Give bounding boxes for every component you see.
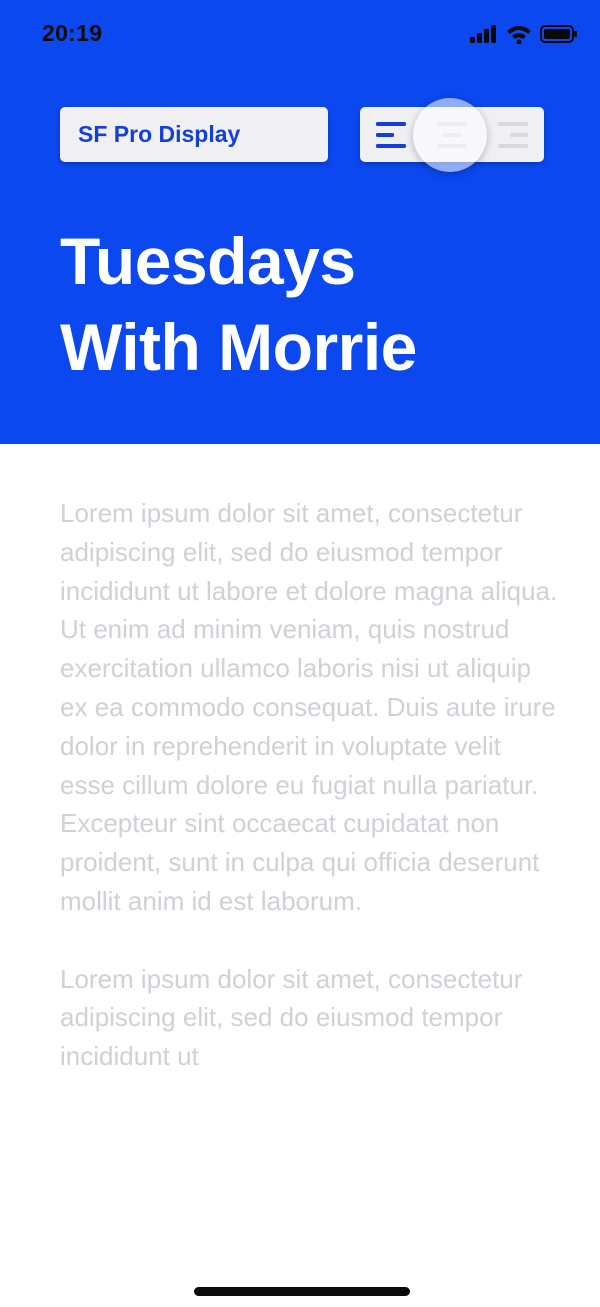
cellular-signal-icon <box>470 25 496 43</box>
font-picker-button[interactable]: SF Pro Display <box>60 107 328 162</box>
align-right-button[interactable] <box>482 107 543 162</box>
battery-icon <box>540 25 577 43</box>
title-line-1: Tuesdays <box>60 224 356 298</box>
home-indicator <box>194 1287 410 1296</box>
body-paragraph: Lorem ipsum dolor sit amet, consectetur … <box>60 963 523 1072</box>
align-left-icon <box>375 121 406 148</box>
header: 20:19 SF Pro Display Tuesdays With Morri… <box>0 0 600 444</box>
page-title: Tuesdays With Morrie <box>60 218 580 390</box>
font-picker-label: SF Pro Display <box>78 121 241 147</box>
wifi-icon <box>507 26 531 44</box>
touch-indicator <box>413 98 487 172</box>
status-time: 20:19 <box>42 20 103 46</box>
align-left-button[interactable] <box>360 107 421 162</box>
title-line-2: With Morrie <box>60 310 417 384</box>
article-body: Lorem ipsum dolor sit amet, consectetur … <box>60 494 560 1240</box>
align-right-icon <box>497 121 528 148</box>
status-icons <box>470 22 578 46</box>
body-paragraph: Lorem ipsum dolor sit amet, consectetur … <box>60 498 558 916</box>
status-bar: 20:19 <box>0 0 600 66</box>
